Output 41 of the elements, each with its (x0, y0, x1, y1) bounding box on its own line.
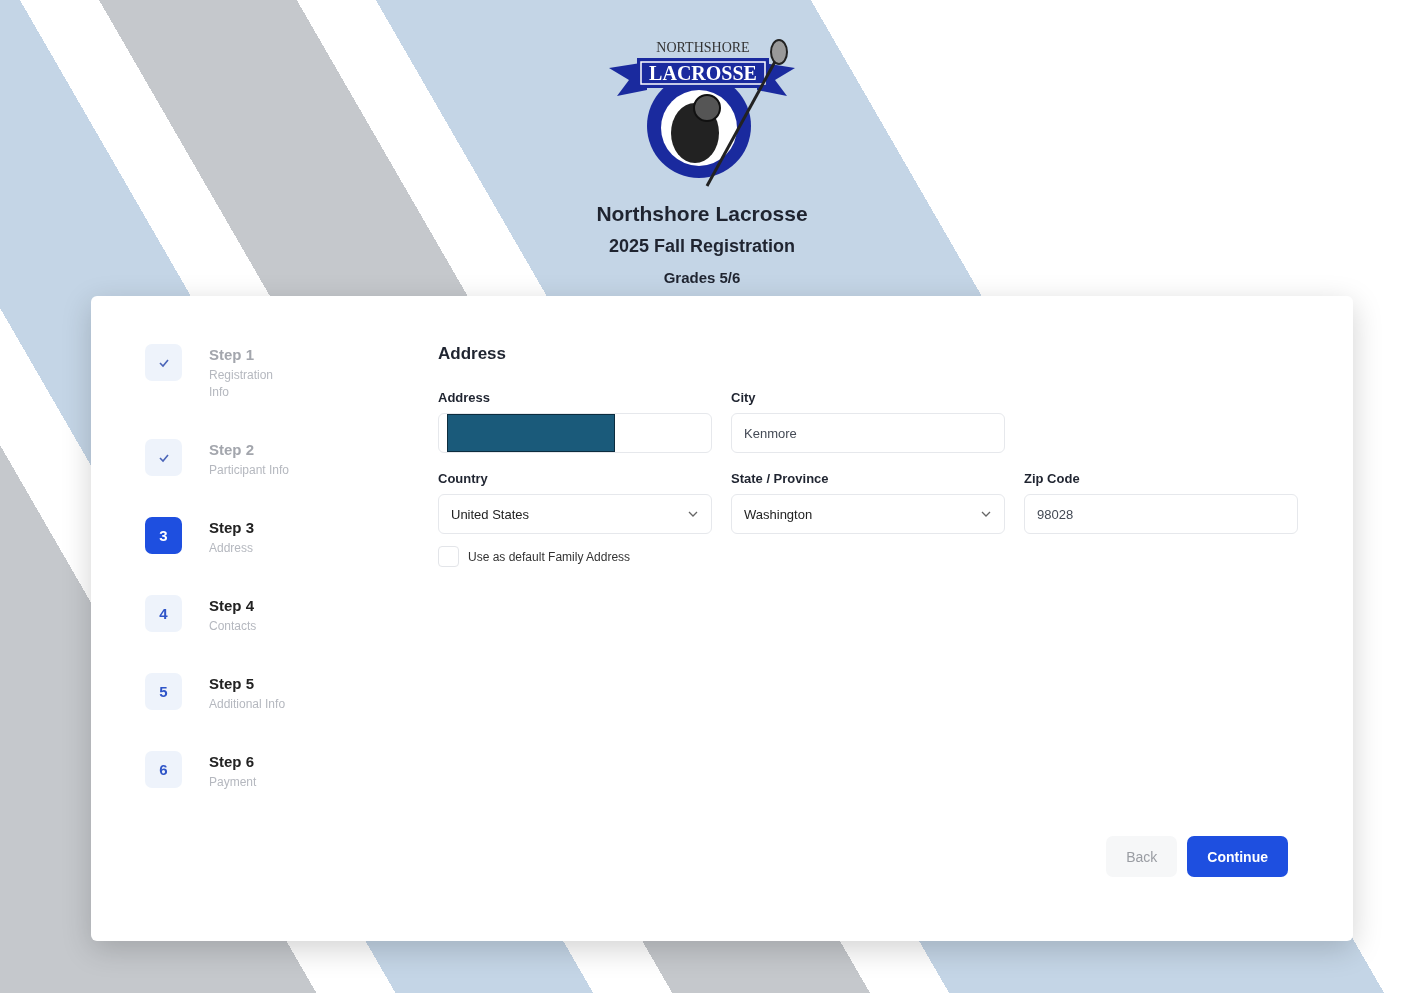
address-field[interactable] (438, 413, 712, 453)
step-badge[interactable] (145, 439, 182, 476)
step-badge[interactable]: 4 (145, 595, 182, 632)
input-field[interactable]: 98028 (1024, 494, 1298, 534)
logo-top-text: NORTHSHORE (656, 40, 750, 55)
check-icon (157, 357, 170, 368)
grades-label: Grades 5/6 (663, 269, 741, 286)
step-description: Payment (209, 774, 258, 791)
section-heading: Address (438, 344, 508, 364)
step-badge[interactable]: 6 (145, 751, 182, 788)
step-badge[interactable]: 3 (145, 517, 182, 554)
step-description: Additional Info (209, 696, 287, 713)
select-field[interactable]: United States (438, 494, 712, 534)
continue-button[interactable]: Continue (1187, 836, 1288, 877)
step-label: Step 4 (209, 597, 255, 614)
check-icon (157, 452, 170, 463)
step-label: Step 6 (209, 753, 255, 770)
step-label: Step 1 (209, 346, 255, 363)
checkbox-label: Use as default Family Address (468, 549, 631, 564)
step-label: Step 3 (209, 519, 255, 536)
field-label: Zip Code (1024, 471, 1081, 486)
logo-banner-text: LACROSSE (649, 62, 757, 84)
step-badge[interactable]: 5 (145, 673, 182, 710)
input-field[interactable]: Kenmore (731, 413, 1005, 453)
checkbox[interactable] (438, 546, 459, 567)
field-label: City (731, 390, 757, 405)
chevron-down-icon (980, 510, 992, 518)
field-label: State / Province (731, 471, 830, 486)
step-label: Step 2 (209, 441, 255, 458)
step-description: Registration Info (209, 367, 275, 401)
field-label: Address (438, 390, 492, 405)
org-title: Northshore Lacrosse (596, 202, 808, 226)
step-badge[interactable] (145, 344, 182, 381)
registration-title: 2025 Fall Registration (608, 236, 796, 257)
step-label: Step 5 (209, 675, 255, 692)
step-description: Address (209, 540, 255, 557)
chevron-down-icon (687, 510, 699, 518)
step-description: Contacts (209, 618, 258, 635)
select-field[interactable]: Washington (731, 494, 1005, 534)
field-label: Country (438, 471, 489, 486)
step-description: Participant Info (209, 462, 291, 479)
